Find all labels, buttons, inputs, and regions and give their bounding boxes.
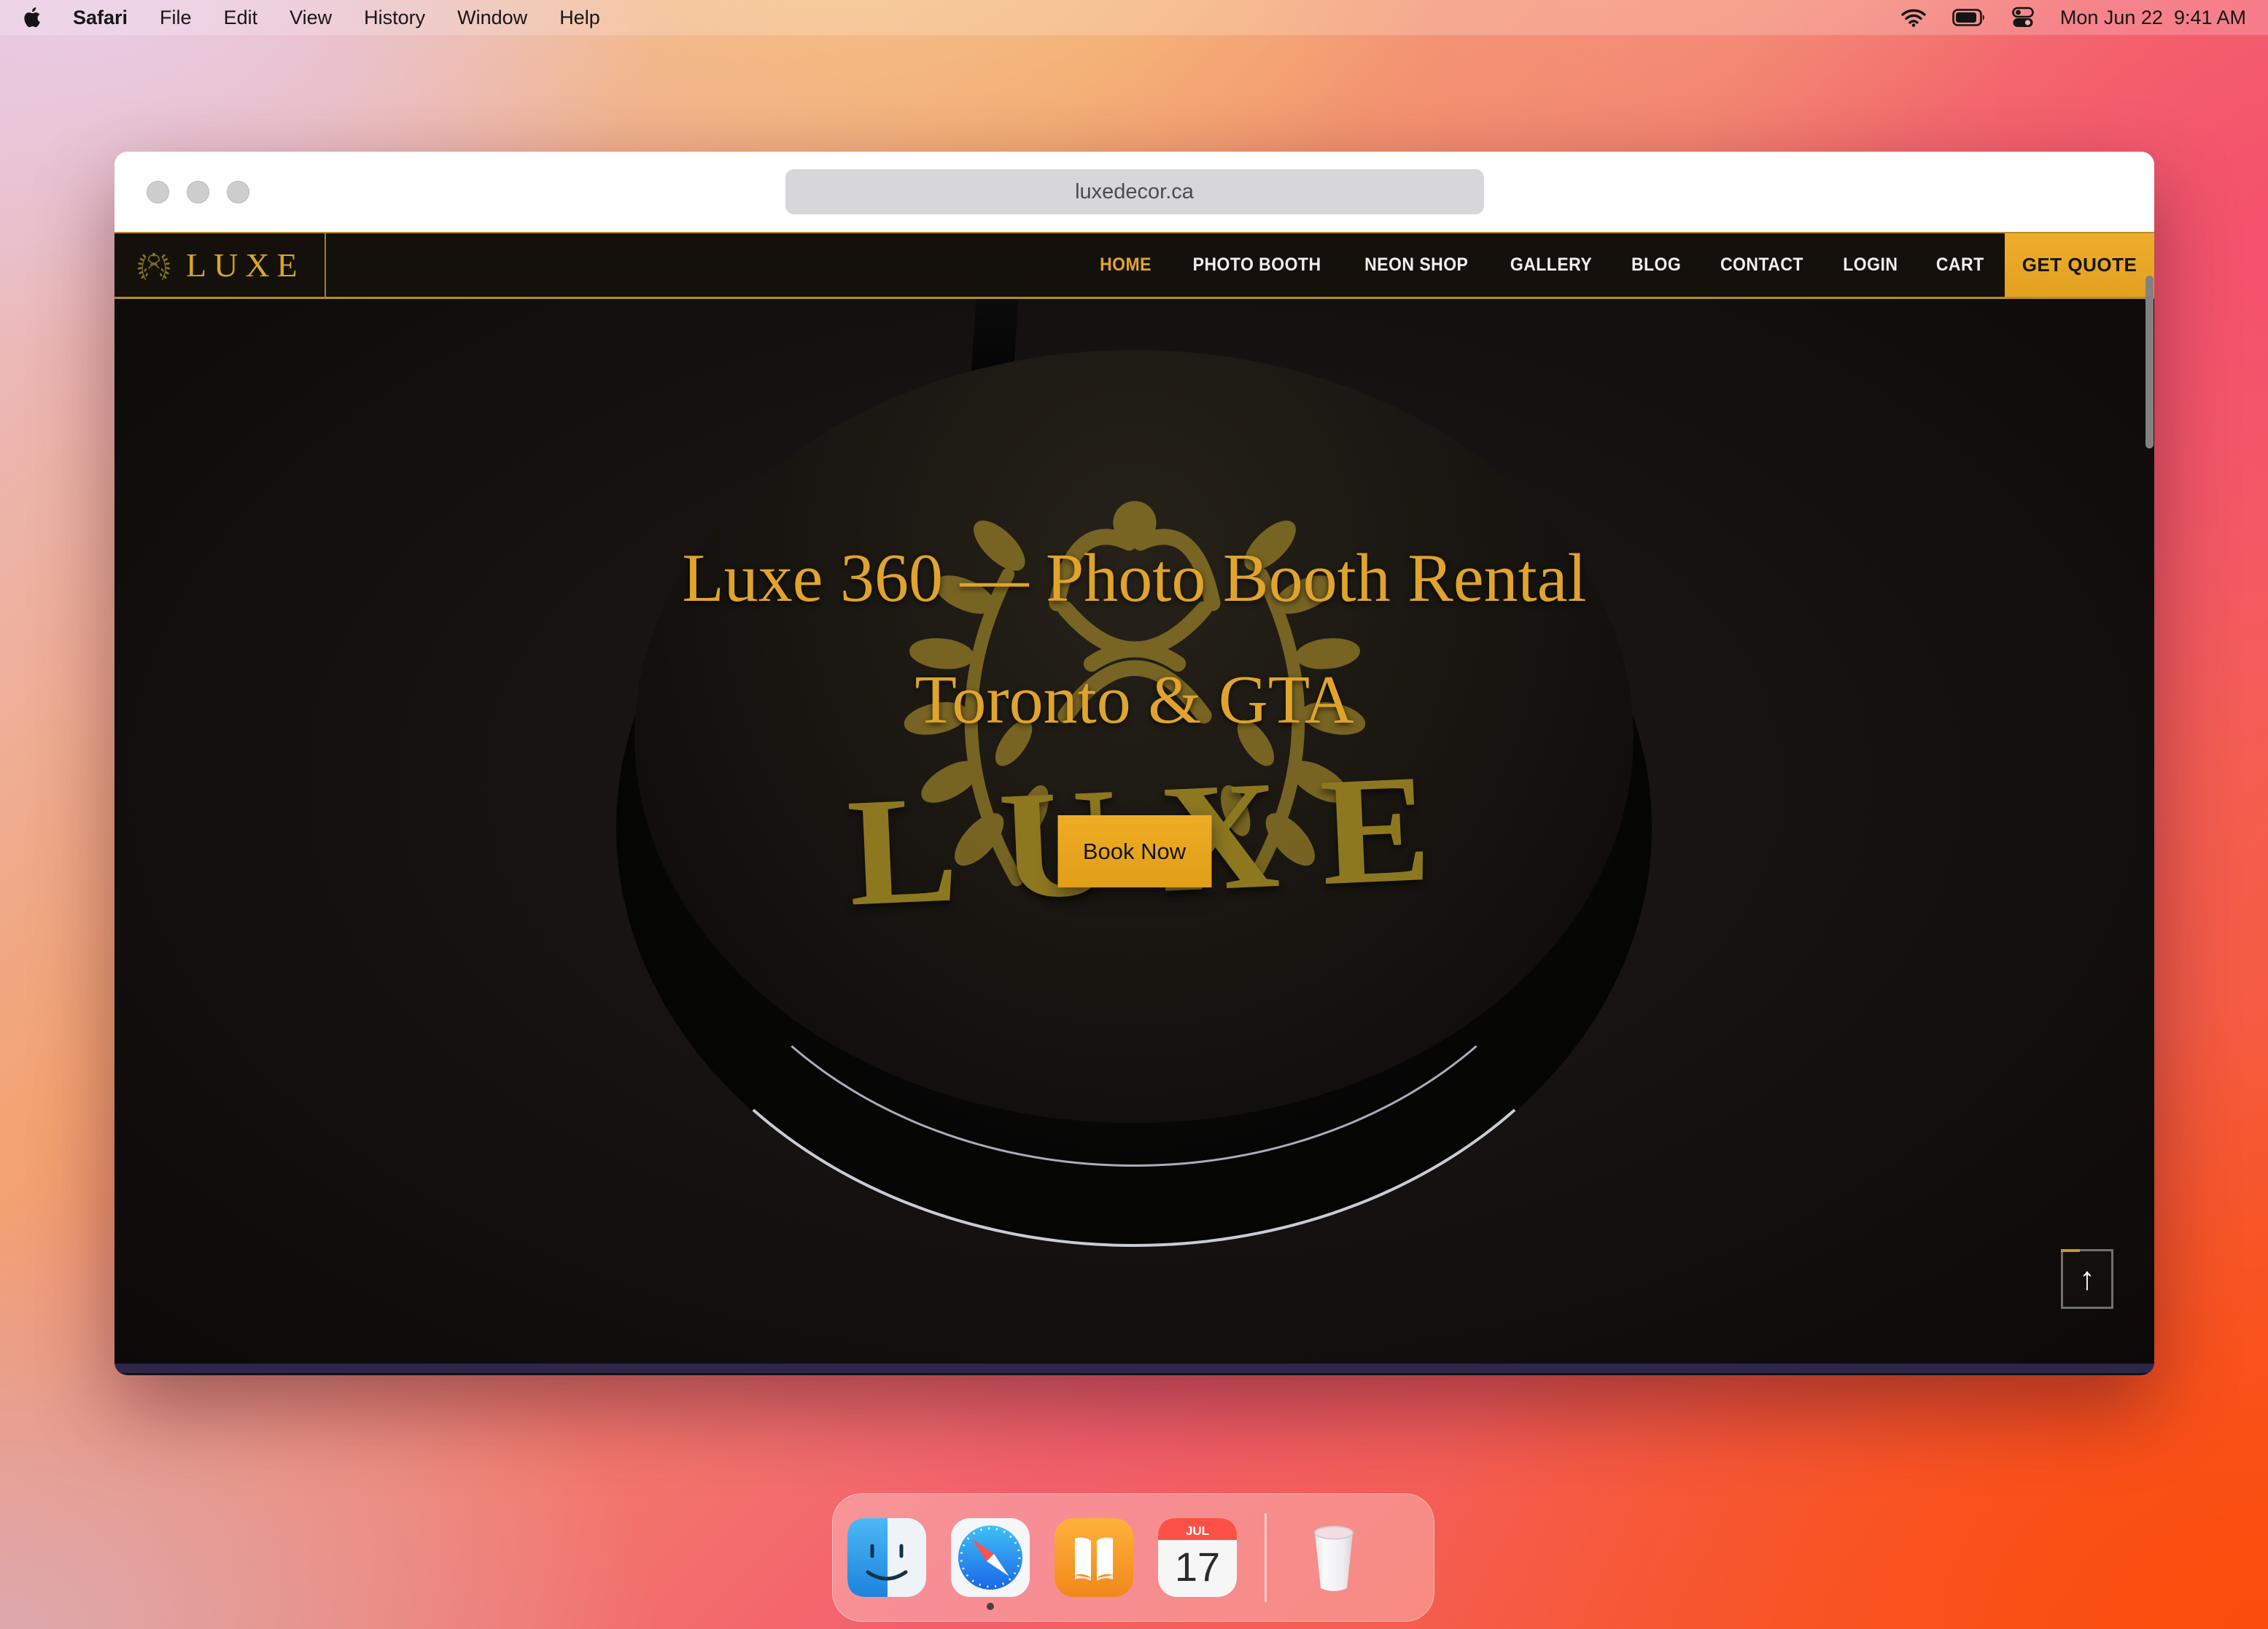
menu-view[interactable]: View <box>290 7 332 29</box>
dock-books-icon[interactable] <box>1053 1517 1135 1598</box>
nav-cart[interactable]: CART <box>1935 254 1984 276</box>
menu-help[interactable]: Help <box>559 7 600 29</box>
dock-finder-icon[interactable] <box>846 1517 928 1598</box>
menu-file[interactable]: File <box>160 7 192 29</box>
wifi-icon[interactable] <box>1901 8 1926 27</box>
scroll-to-top-button[interactable]: ↑ <box>2061 1249 2113 1309</box>
window-close-button[interactable] <box>147 181 169 203</box>
desktop: Safari File Edit View History Window Hel… <box>0 0 2268 1629</box>
up-arrow-icon: ↑ <box>2079 1261 2095 1297</box>
dock-active-indicator <box>987 1603 994 1610</box>
safari-window: luxedecor.ca LUXE HOME PHOTO BOOTH NEON … <box>114 152 2154 1375</box>
address-bar[interactable]: luxedecor.ca <box>785 169 1484 214</box>
site-header: LUXE HOME PHOTO BOOTH NEON SHOP GALLERY … <box>114 232 2154 299</box>
site-logo[interactable]: LUXE <box>114 233 326 297</box>
menu-app-name[interactable]: Safari <box>73 7 128 29</box>
hero-title-line2: Toronto & GTA <box>914 662 1354 738</box>
scrollbar-thumb[interactable] <box>2145 276 2154 448</box>
nav-home[interactable]: HOME <box>1100 254 1152 276</box>
nav-photo-booth[interactable]: PHOTO BOOTH <box>1193 254 1321 276</box>
dock-trash-icon[interactable] <box>1293 1517 1375 1598</box>
url-text: luxedecor.ca <box>1075 180 1194 204</box>
nav-blog[interactable]: BLOG <box>1631 254 1681 276</box>
dock-divider <box>1265 1513 1267 1602</box>
window-zoom-button[interactable] <box>227 181 249 203</box>
apple-icon[interactable] <box>22 7 41 28</box>
hero-bottom-strip <box>114 1364 2154 1373</box>
get-quote-button[interactable]: GET QUOTE <box>2005 233 2154 297</box>
hero-section: LUXE Luxe 360 — Photo Booth Rental Toron… <box>114 299 2154 1373</box>
control-center-icon[interactable] <box>2012 7 2034 28</box>
nav-contact[interactable]: CONTACT <box>1720 254 1803 276</box>
laurel-wreath-icon <box>133 246 174 284</box>
hero-title: Luxe 360 — Photo Booth Rental Toronto & … <box>114 518 2154 762</box>
menu-history[interactable]: History <box>364 7 425 29</box>
webpage: LUXE HOME PHOTO BOOTH NEON SHOP GALLERY … <box>114 232 2154 1375</box>
menu-bar: Safari File Edit View History Window Hel… <box>0 0 2268 35</box>
menu-window[interactable]: Window <box>457 7 527 29</box>
dock: JUL 17 <box>832 1493 1434 1622</box>
nav-neon-shop[interactable]: NEON SHOP <box>1364 254 1468 276</box>
site-logo-text: LUXE <box>186 246 305 284</box>
calendar-month-text: JUL <box>1186 1524 1209 1538</box>
book-now-button[interactable]: Book Now <box>1057 815 1211 887</box>
hero-title-line1: Luxe 360 — Photo Booth Rental <box>682 540 1586 616</box>
dock-calendar-icon[interactable]: JUL 17 <box>1157 1517 1238 1598</box>
menu-edit[interactable]: Edit <box>224 7 258 29</box>
main-nav: HOME PHOTO BOOTH NEON SHOP GALLERY BLOG … <box>1098 233 2005 297</box>
calendar-day-text: 17 <box>1175 1544 1220 1590</box>
nav-gallery[interactable]: GALLERY <box>1510 254 1592 276</box>
nav-login[interactable]: LOGIN <box>1843 254 1898 276</box>
dock-safari-icon[interactable] <box>949 1517 1031 1598</box>
battery-icon[interactable] <box>1952 9 1986 26</box>
menu-clock[interactable]: Mon Jun 22 9:41 AM <box>2060 7 2246 29</box>
browser-chrome: luxedecor.ca <box>114 152 2154 232</box>
window-minimize-button[interactable] <box>187 181 209 203</box>
